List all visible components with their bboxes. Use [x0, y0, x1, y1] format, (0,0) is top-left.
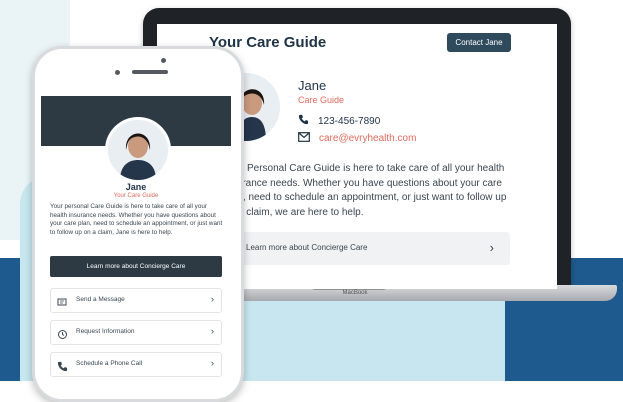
email-link[interactable]: care@evryhealth.com [319, 133, 416, 144]
camera-icon [161, 58, 166, 63]
laptop-brand-label: MacBook [342, 290, 368, 296]
learn-more-button[interactable]: Learn more about Concierge Care › [224, 232, 510, 265]
contact-button[interactable]: Contact Jane [447, 33, 511, 52]
learn-more-button[interactable]: Learn more about Concierge Care [50, 256, 222, 277]
phone-icon [298, 112, 309, 130]
menu-item-label: Request Information [76, 328, 135, 335]
menu-item-label: Send a Message [76, 296, 125, 303]
guide-description: Your Personal Care Guide is here to take… [224, 163, 507, 218]
guide-role: Your Care Guide [113, 193, 159, 199]
schedule-phone-call-button[interactable]: Schedule a Phone Call › [50, 352, 222, 377]
guide-description: Your personal Care Guide is here to take… [50, 203, 223, 236]
chevron-right-icon: › [211, 326, 214, 336]
guide-role: Care Guide [298, 95, 345, 105]
phone-screen: Jane Your Care Guide Your personal Care … [41, 96, 231, 381]
info-clock-icon [57, 327, 68, 339]
email-row[interactable]: care@evryhealth.com [298, 129, 416, 147]
speaker-grille [132, 70, 168, 74]
learn-more-label: Learn more about Concierge Care [246, 243, 368, 252]
mail-icon [298, 129, 310, 147]
menu-item-label: Schedule a Phone Call [76, 360, 143, 367]
guide-name: Jane [298, 78, 327, 93]
phone-number: 123-456-7890 [318, 115, 381, 127]
chevron-right-icon: › [211, 358, 214, 368]
chevron-right-icon: › [489, 240, 494, 255]
phone-icon [57, 359, 68, 372]
avatar [105, 117, 171, 183]
sensor-dot [115, 70, 120, 75]
guide-name: Jane [125, 182, 147, 192]
chevron-right-icon: › [211, 294, 214, 304]
send-message-button[interactable]: Send a Message › [50, 288, 222, 313]
message-icon [57, 295, 68, 306]
phone-row[interactable]: 123-456-7890 [298, 112, 380, 130]
request-information-button[interactable]: Request Information › [50, 320, 222, 345]
